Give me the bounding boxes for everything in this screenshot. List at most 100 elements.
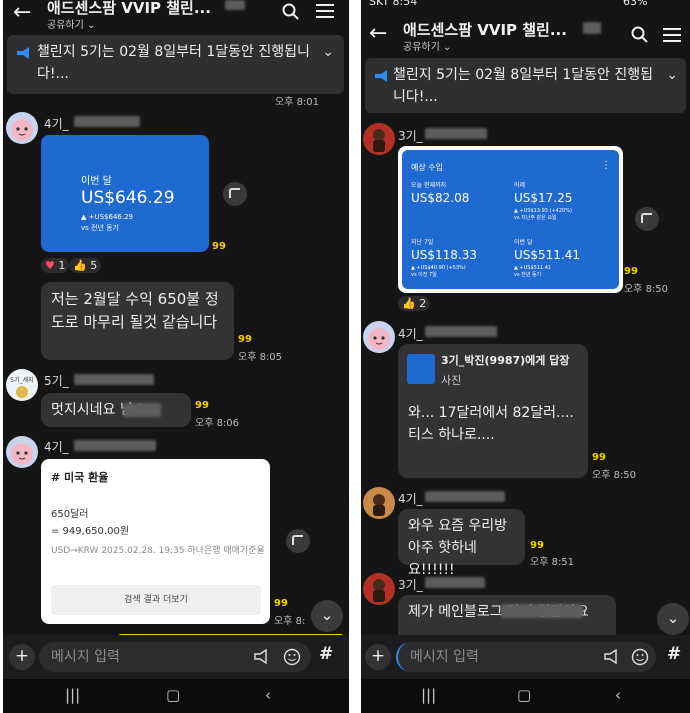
thumbs-up-icon: 👍	[402, 297, 416, 310]
earnings-cell: 어제 US$17.25 ▲ +US$13.93 (+420%) vs 지난주 같…	[514, 182, 573, 221]
earnings-cell: 지난 7일 US$118.33 ▲ +US$40.90 (+53%) vs 이전…	[411, 239, 478, 278]
earnings-card[interactable]: 이번 달 US$646.29 ▲ +US$646.29 vs 전년 동기	[41, 135, 209, 252]
unread-count: 99	[212, 241, 226, 252]
message-time: 오후 8:	[274, 616, 306, 627]
android-nav-bar: ||| ▢ ‹	[361, 679, 690, 713]
sender-name: 4기_	[398, 327, 423, 341]
back-icon[interactable]: ‹	[615, 686, 621, 704]
unread-count: 99	[592, 452, 606, 463]
estimated-earnings-card[interactable]: 예상 수입 ⋮ 오늘 현재까지 US$82.08 어제 US$17.25 ▲ +…	[398, 146, 623, 293]
scroll-down-button[interactable]: ⌄	[657, 603, 689, 635]
unread-count: 99	[530, 540, 544, 551]
share-icon[interactable]	[635, 207, 659, 231]
share-link[interactable]: 공유하기 ⌄	[47, 16, 95, 31]
chevron-down-icon: ⌄	[83, 20, 96, 31]
exchange-rate-card[interactable]: # 미국 환율 650달러 = 949,650.00원 USD→KRW 2025…	[41, 459, 270, 624]
heart-reaction[interactable]: ♥ 1	[41, 258, 70, 273]
back-arrow-icon[interactable]: ←	[13, 0, 31, 25]
chevron-down-icon[interactable]: ⌄	[666, 64, 678, 86]
sender-name: 4기_	[44, 440, 69, 454]
reply-message-bubble[interactable]: 3기_박진(9987)에게 답장 사진 와... 17달러에서 82달러....…	[398, 344, 588, 478]
more-results-button[interactable]: 검색 결과 더보기	[51, 585, 261, 615]
plus-icon[interactable]: +	[365, 644, 391, 670]
back-icon[interactable]: ‹	[265, 686, 271, 704]
home-icon[interactable]: ▢	[517, 686, 531, 704]
card-compare: vs 전년 동기	[81, 224, 119, 232]
sender-name: 4기_	[44, 117, 69, 131]
sender-name: 3기_	[398, 129, 423, 143]
card-line: 650달러	[51, 509, 89, 520]
sender-name: 3기_	[398, 578, 423, 592]
chevron-down-icon[interactable]: ⌄	[322, 41, 334, 63]
message-bubble[interactable]: 멋지시네요 님 !	[41, 393, 191, 427]
status-battery: 63%	[623, 0, 648, 8]
left-chat-screen: ← 애드센스팜 VVIP 챌린... 공유하기 ⌄ 챌린지 5기는 02월 8일…	[3, 0, 349, 713]
home-icon[interactable]: ▢	[166, 686, 180, 704]
notice-banner[interactable]: 챌린지 5기는 02월 8일부터 1달동안 진행됩니다!... ⌄	[7, 35, 344, 94]
plus-icon[interactable]: +	[9, 644, 35, 670]
card-title: # 미국 환율	[51, 471, 109, 484]
message-text: 와... 17달러에서 82달러.... 티스 하나로....	[408, 405, 574, 443]
emoji-icon[interactable]	[283, 648, 301, 666]
card-source: USD→KRW 2025.02.28. 19:35 하나은행 매매기준율	[51, 546, 265, 556]
thumbs-up-reaction[interactable]: 👍 2	[398, 296, 431, 311]
message-bubble[interactable]: 저는 2월달 수익 650불 정도로 마무리 될것 같습니다	[41, 282, 234, 360]
unread-count: 99	[195, 400, 209, 411]
scroll-down-button[interactable]: ⌄	[311, 600, 343, 632]
card-amount: US$646.29	[81, 188, 175, 208]
message-input[interactable]: 메시지 입력	[39, 642, 311, 672]
unread-count: 99	[274, 598, 288, 609]
back-arrow-icon[interactable]: ←	[369, 21, 387, 46]
reply-thumbnail	[407, 354, 435, 384]
avatar[interactable]	[363, 487, 395, 519]
thumbs-up-reaction[interactable]: 👍 5	[69, 258, 102, 273]
hashtag-icon[interactable]: #	[319, 644, 333, 664]
chevron-down-icon: ⌄	[666, 609, 680, 627]
reply-target: 3기_박진(9987)에게 답장	[441, 354, 570, 367]
menu-icon[interactable]	[662, 27, 682, 43]
message-input-bar: + 메시지 입력 #	[3, 635, 349, 679]
message-time: 오후 8:51	[530, 557, 575, 568]
unread-count: 99	[624, 266, 638, 277]
recent-apps-icon[interactable]: |||	[421, 686, 436, 704]
hashtag-icon[interactable]: #	[667, 644, 681, 664]
android-nav-bar: ||| ▢ ‹	[3, 679, 349, 713]
card-label: 이번 달	[81, 176, 112, 187]
megaphone-icon[interactable]	[603, 649, 619, 665]
more-vert-icon[interactable]: ⋮	[601, 160, 611, 171]
reply-type: 사진	[441, 374, 462, 387]
megaphone-icon[interactable]	[253, 649, 269, 665]
status-carrier: SKT 8:54	[369, 0, 418, 8]
megaphone-icon	[17, 47, 29, 59]
emoji-icon[interactable]	[631, 648, 649, 666]
sender-name: 5기_	[44, 374, 69, 388]
heart-icon: ♥	[45, 259, 55, 272]
share-link[interactable]: 공유하기 ⌄	[403, 38, 451, 53]
notice-text: 챌린지 5기는 02월 8일부터 1달동안 진행됩니다!...	[393, 67, 653, 105]
message-time: 오후 8:05	[238, 352, 283, 363]
chat-title: 애드센스팜 VVIP 챌린...	[403, 21, 567, 39]
notice-banner[interactable]: 챌린지 5기는 02월 8일부터 1달동안 진행됩니다!... ⌄	[365, 58, 686, 113]
avatar[interactable]	[363, 573, 395, 605]
message-input-bar: + 메시지 입력 #	[361, 635, 690, 679]
avatar[interactable]: 5기_세지	[6, 369, 38, 401]
avatar[interactable]	[6, 436, 38, 468]
search-icon[interactable]	[631, 26, 649, 44]
recent-apps-icon[interactable]: |||	[65, 686, 80, 704]
message-time: 오후 8:06	[195, 418, 240, 429]
message-time: 오후 8:50	[592, 470, 637, 481]
search-icon[interactable]	[282, 3, 300, 21]
avatar[interactable]	[363, 123, 395, 155]
card-title: 예상 수입	[411, 163, 443, 172]
right-chat-screen: SKT 8:54 63% ← 애드센스팜 VVIP 챌린... 공유하기 ⌄ 챌…	[361, 0, 690, 713]
menu-icon[interactable]	[315, 3, 335, 19]
notice-text: 챌린지 5기는 02월 8일부터 1달동안 진행됩니다!...	[37, 44, 310, 82]
earnings-cell: 오늘 현재까지 US$82.08	[411, 182, 470, 205]
share-icon[interactable]	[286, 529, 310, 553]
message-time: 오후 8:01	[275, 97, 320, 108]
message-bubble[interactable]: 와우 요즘 우리방 아주 핫하네요!!!!!!	[398, 509, 525, 578]
avatar[interactable]	[363, 321, 395, 353]
share-icon[interactable]	[223, 182, 247, 206]
avatar[interactable]	[6, 112, 38, 144]
card-delta: ▲ +US$646.29	[81, 213, 133, 221]
